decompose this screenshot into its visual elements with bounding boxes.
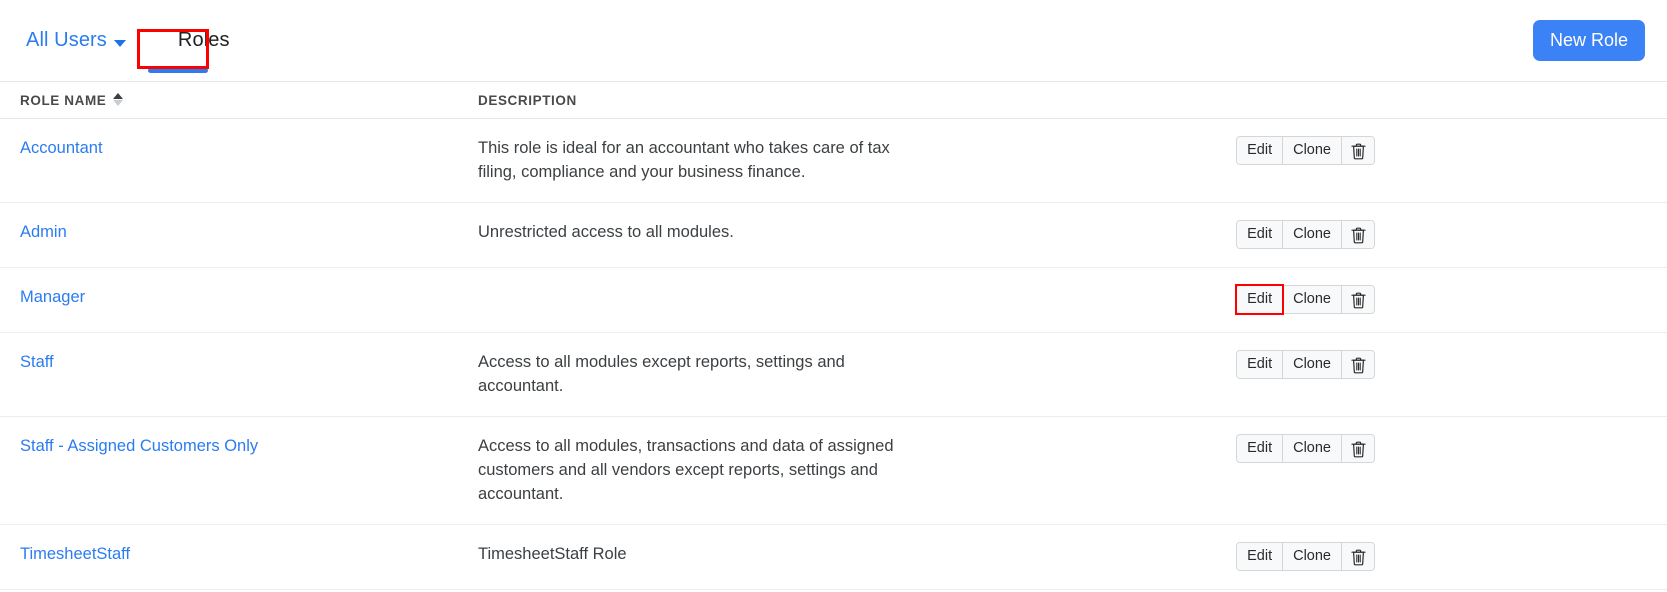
table-row: Staff Access to all modules except report… [0,333,1667,417]
edit-button[interactable]: Edit [1237,137,1284,164]
trash-icon [1350,292,1366,308]
row-actions: Edit Clone [1236,350,1645,379]
trash-icon [1350,143,1366,159]
column-header-description[interactable]: DESCRIPTION [478,93,1645,108]
role-name-link[interactable]: Accountant [20,136,478,160]
role-description: Access to all modules except reports, se… [478,353,845,395]
clone-button[interactable]: Clone [1283,351,1342,378]
tab-all-users-label: All Users [26,29,107,51]
table-row: Admin Unrestricted access to all modules.… [0,203,1667,268]
sort-ascending-icon[interactable] [113,93,124,106]
action-button-group: Edit Clone [1236,542,1375,571]
table-row: Staff - Assigned Customers Only Access to… [0,417,1667,525]
delete-button[interactable] [1342,351,1374,378]
role-name-link[interactable]: TimesheetStaff [20,542,478,566]
delete-button[interactable] [1342,137,1374,164]
trash-icon [1350,357,1366,373]
table-row: Accountant This role is ideal for an acco… [0,119,1667,203]
row-actions: Edit Clone [1236,542,1645,571]
column-header-role-name-label: ROLE NAME [20,92,107,108]
row-actions: Edit Clone [1236,220,1645,249]
tab-all-users[interactable]: All Users [20,0,138,82]
delete-button[interactable] [1342,543,1374,570]
table-header-row: ROLE NAME DESCRIPTION [0,82,1667,119]
delete-button[interactable] [1342,286,1374,313]
clone-button[interactable]: Clone [1283,286,1342,313]
edit-button[interactable]: Edit [1237,435,1284,462]
column-header-description-label: DESCRIPTION [478,92,577,108]
delete-button[interactable] [1342,221,1374,248]
action-button-group: Edit Clone [1236,136,1375,165]
clone-button[interactable]: Clone [1283,221,1342,248]
table-row: TimesheetStaff TimesheetStaff Role Edit Clo… [0,525,1667,590]
clone-button[interactable]: Clone [1283,435,1342,462]
new-role-button[interactable]: New Role [1532,20,1645,61]
trash-icon [1350,441,1366,457]
trash-icon [1350,227,1366,243]
action-button-group: Edit Clone [1236,350,1375,379]
table-body: Accountant This role is ideal for an acco… [0,119,1667,590]
roles-table: ROLE NAME DESCRIPTION Accountant This rol… [0,82,1667,590]
action-button-group: Edit Clone [1235,284,1375,315]
role-description: Unrestricted access to all modules. [478,223,734,241]
sort-arrow-up-icon [113,93,124,99]
page-header: All Users Roles New Role [0,0,1667,82]
action-button-group: Edit Clone [1236,434,1375,463]
role-name-link[interactable]: Admin [20,220,478,244]
role-name-link[interactable]: Staff - Assigned Customers Only [20,434,478,458]
row-actions: Edit Clone [1235,284,1645,315]
edit-button[interactable]: Edit [1237,543,1284,570]
role-description: This role is ideal for an accountant who… [478,139,890,181]
tab-roles-label: Roles [177,29,230,51]
action-button-group: Edit Clone [1236,220,1375,249]
active-tab-underline [148,68,208,73]
annotation-box-edit-button [1235,284,1285,315]
roles-page: All Users Roles New Role ROLE NAME DESCR… [0,0,1667,592]
trash-icon [1350,549,1366,565]
chevron-down-icon [113,39,126,47]
row-actions: Edit Clone [1236,434,1645,463]
clone-button[interactable]: Clone [1283,137,1342,164]
edit-button[interactable]: Edit [1235,284,1285,315]
role-description: Access to all modules, transactions and … [478,437,894,503]
delete-button[interactable] [1342,435,1374,462]
role-name-link[interactable]: Manager [20,285,478,309]
clone-button[interactable]: Clone [1283,543,1342,570]
row-actions: Edit Clone [1236,136,1645,165]
edit-button[interactable]: Edit [1237,221,1284,248]
column-header-role-name[interactable]: ROLE NAME [20,93,478,108]
role-name-link[interactable]: Staff [20,350,478,374]
role-description: TimesheetStaff Role [478,545,627,563]
edit-button[interactable]: Edit [1237,351,1284,378]
sort-arrow-down-icon [113,100,124,106]
table-row: Manager Edit Clone [0,268,1667,333]
